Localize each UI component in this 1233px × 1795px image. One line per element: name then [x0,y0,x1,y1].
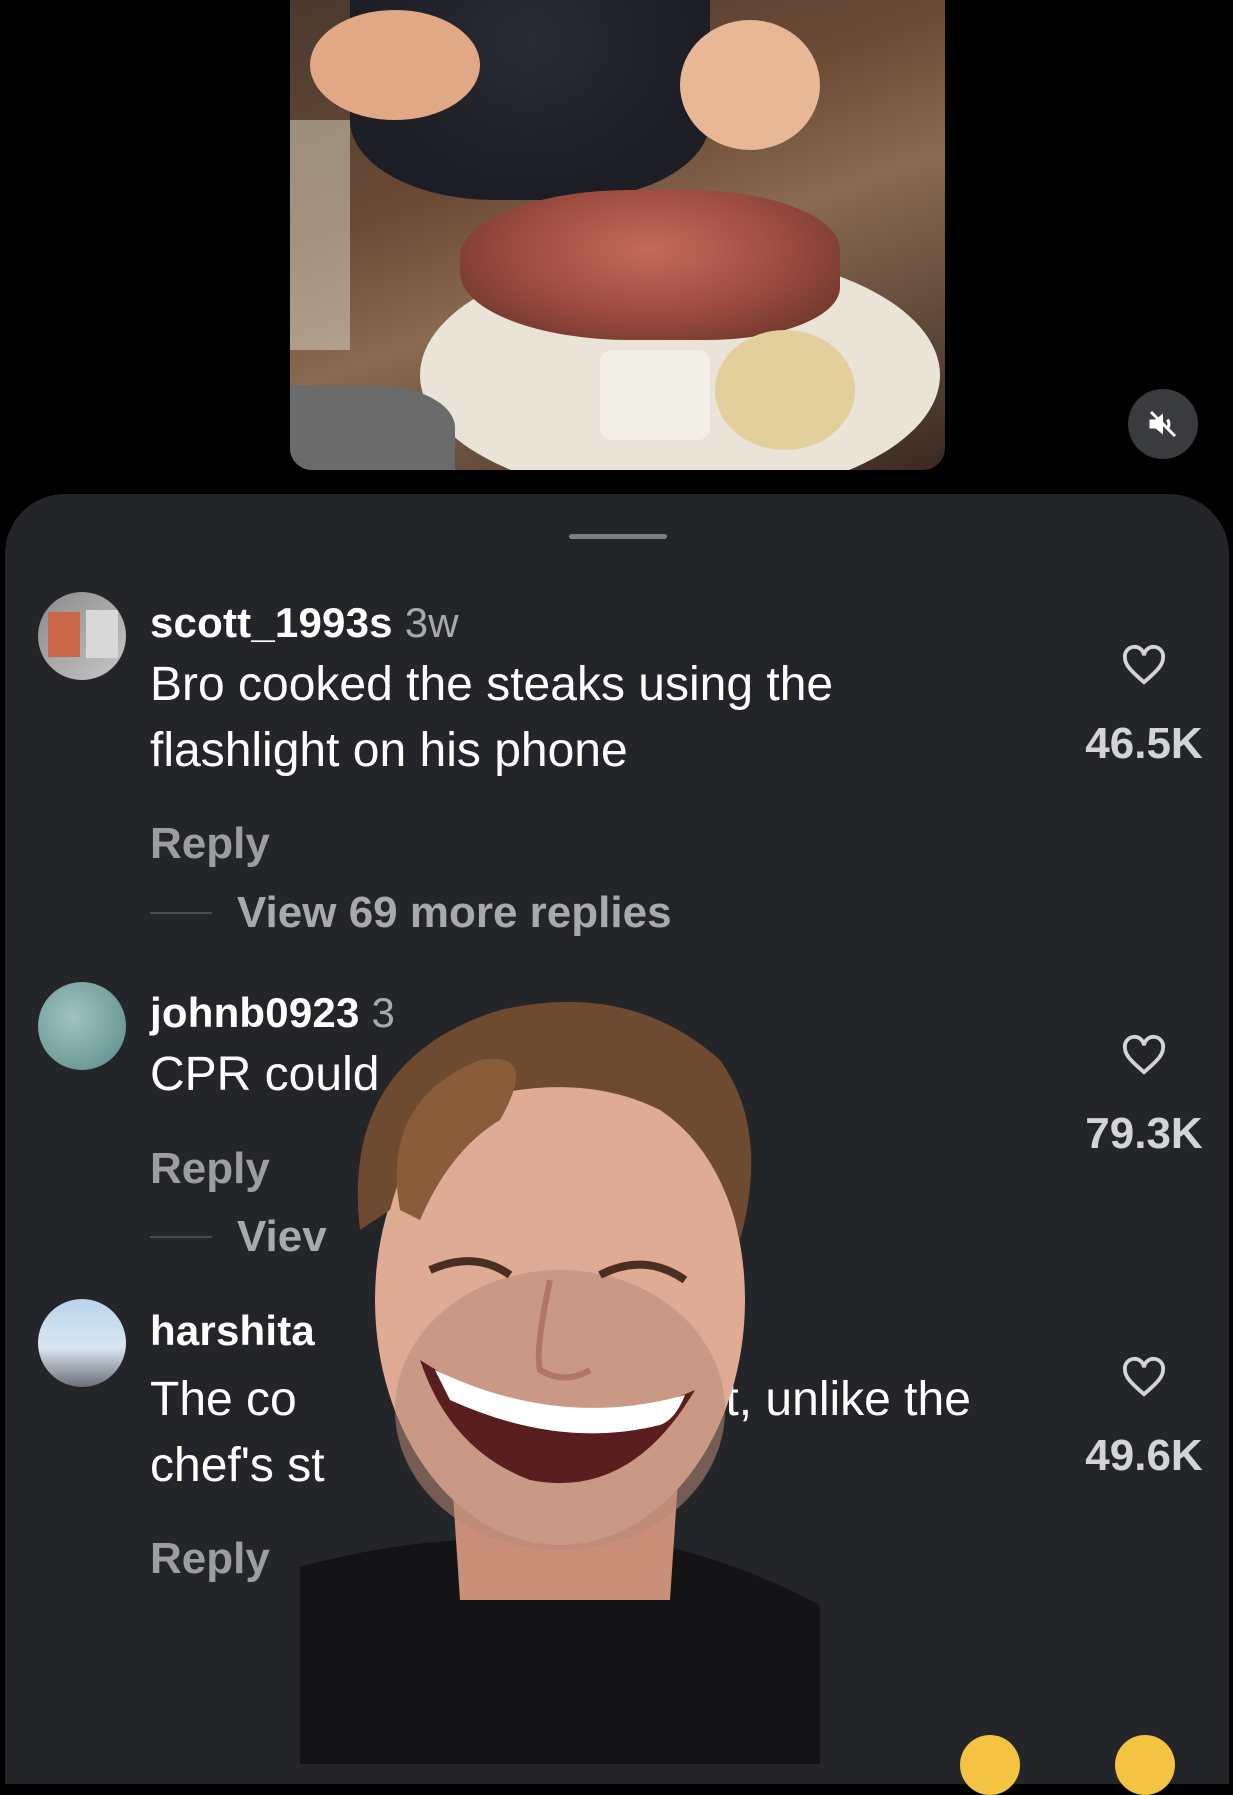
reaction-face-overlay [0,980,920,1764]
reply-button[interactable]: Reply [150,1144,270,1194]
like-count: 79.3K [1085,1109,1203,1158]
comment-text-line: Bro cooked the steaks using the [150,658,834,711]
comment-text-line: flashlight on his phone [150,724,628,777]
like-count: 46.5K [1085,719,1203,768]
replies-divider [150,912,212,914]
mute-button[interactable] [1128,389,1198,459]
comment-username[interactable]: harshita [150,1307,315,1354]
heart-icon [1122,644,1166,685]
video-preview[interactable] [290,0,945,470]
video-butter [600,350,710,440]
view-replies-button[interactable]: View 69 more replies [150,888,672,938]
view-replies-label: View 69 more replies [237,888,672,937]
reply-button[interactable]: Reply [150,819,270,869]
laughing-man-illustration [0,1001,920,1764]
heart-icon [1122,1034,1166,1075]
comment-header: harshita [150,1307,315,1355]
speaker-muted-icon [1149,410,1177,438]
video-left-hand [310,10,480,120]
comment-text-fragment: The co [150,1373,297,1426]
heart-icon [1122,1356,1166,1397]
video-steak [460,190,840,340]
comment-time: 3w [404,599,459,646]
like-button[interactable]: 49.6K [1069,1356,1219,1481]
video-potato [715,330,855,450]
like-button[interactable]: 79.3K [1069,1034,1219,1159]
avatar[interactable] [38,982,126,1070]
video-right-hand [680,20,820,150]
like-button[interactable]: 46.5K [1069,644,1219,769]
emoji-icon[interactable] [960,1735,1020,1795]
video-glass [290,120,350,350]
reply-button[interactable]: Reply [150,1534,270,1584]
video-gravy-boat [290,385,455,470]
like-count: 49.6K [1085,1431,1203,1480]
replies-divider [150,1236,212,1238]
comment-username[interactable]: scott_1993s [150,599,393,646]
comment-header: scott_1993s 3w [150,599,459,647]
avatar[interactable] [38,1299,126,1387]
sheet-drag-handle[interactable] [569,534,667,539]
emoji-icon[interactable] [1115,1735,1175,1795]
comment-text: Bro cooked the steaks using the flashlig… [150,652,1030,784]
avatar[interactable] [38,592,126,680]
